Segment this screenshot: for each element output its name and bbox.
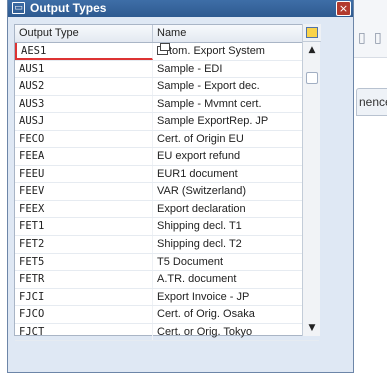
name-text: Cert. of Origin EU — [157, 132, 244, 145]
background-toolbar: ▯ ▯ — [354, 0, 387, 58]
output-type-cell[interactable]: FJCO — [15, 306, 153, 323]
name-cell[interactable]: VAR (Switzerland) — [153, 183, 319, 200]
name-cell[interactable]: Cert. of Orig. Osaka — [153, 306, 319, 323]
output-type-cell[interactable]: FET2 — [15, 236, 153, 253]
output-type-cell[interactable]: AUS2 — [15, 78, 153, 95]
name-cell[interactable]: Export declaration — [153, 201, 319, 218]
table-body: AES1 tom. Export System AUS1 Sample - EDI AU… — [15, 43, 319, 342]
name-text: Export Invoice - JP — [157, 290, 250, 303]
output-type-cell[interactable]: AUS3 — [15, 95, 153, 113]
name-text: Export declaration — [157, 202, 246, 215]
close-icon[interactable]: × — [336, 1, 351, 16]
scroll-up-icon[interactable]: ▲ — [303, 45, 321, 55]
name-cell[interactable]: A.TR. document — [153, 271, 319, 288]
name-cell[interactable]: Cert. or Orig. Tokyo — [153, 324, 319, 341]
name-text: Sample ExportRep. JP — [157, 115, 269, 128]
table-row[interactable]: FET5 T5 Document — [15, 253, 319, 272]
name-text: EU export refund — [157, 150, 241, 163]
table-row[interactable]: FJCT Cert. or Orig. Tokyo — [15, 323, 319, 342]
output-type-cell[interactable]: AUS1 — [15, 60, 153, 78]
table-row[interactable]: FET1 Shipping decl. T1 — [15, 218, 319, 237]
name-cell[interactable]: Sample ExportRep. JP — [153, 113, 319, 130]
background-tab[interactable]: nences — [356, 88, 387, 116]
table-row[interactable]: FJCO Cert. of Orig. Osaka — [15, 306, 319, 324]
name-text: tom. Export System — [169, 45, 265, 57]
table-row[interactable]: FEEX Export declaration — [15, 200, 319, 219]
table-header: Output Type Name — [15, 25, 319, 43]
table-row[interactable]: FECO Cert. of Origin EU — [15, 130, 319, 149]
name-cell[interactable]: Cert. of Origin EU — [153, 131, 319, 148]
scroll-thumb[interactable] — [306, 72, 318, 84]
table-row[interactable]: AES1 tom. Export System — [15, 43, 319, 61]
output-types-icon: ▭ — [12, 2, 25, 14]
output-type-cell[interactable]: FEEV — [15, 183, 153, 200]
name-cell[interactable]: Shipping decl. T2 — [153, 236, 319, 253]
name-text: A.TR. document — [157, 273, 237, 286]
output-type-cell[interactable]: AUSJ — [15, 113, 153, 130]
name-cell[interactable]: Export Invoice - JP — [153, 289, 319, 306]
name-cell[interactable]: Sample - EDI — [153, 61, 319, 78]
name-text: Shipping decl. T1 — [157, 220, 242, 233]
table-row[interactable]: FETR A.TR. document — [15, 271, 319, 289]
vertical-scrollbar[interactable]: ▲ ▼ — [302, 24, 321, 336]
name-cell[interactable]: EUR1 document — [153, 166, 319, 183]
output-type-cell[interactable]: AES1 — [15, 43, 153, 60]
column-header-output-type[interactable]: Output Type — [15, 25, 153, 42]
table-row[interactable]: AUSJ Sample ExportRep. JP — [15, 113, 319, 131]
table-row[interactable]: FEEA EU export refund — [15, 148, 319, 166]
name-text: VAR (Switzerland) — [157, 185, 247, 198]
copy-icon[interactable] — [157, 43, 170, 55]
name-text: EUR1 document — [157, 167, 238, 180]
output-type-cell[interactable]: FEEX — [15, 200, 153, 218]
column-header-name[interactable]: Name — [153, 25, 319, 42]
name-cell[interactable]: Sample - Export dec. — [153, 78, 319, 95]
table-row[interactable]: AUS2 Sample - Export dec. — [15, 78, 319, 96]
output-type-cell[interactable]: FEEU — [15, 165, 153, 183]
scroll-down-icon[interactable]: ▼ — [303, 323, 321, 333]
output-type-cell[interactable]: FJCT — [15, 323, 153, 341]
output-type-cell[interactable]: FET5 — [15, 253, 153, 271]
name-text: Sample - Export dec. — [157, 80, 260, 93]
output-types-dialog: ▭ Output Types × Output Type Name AES1 to… — [7, 0, 354, 373]
output-type-cell[interactable]: FET1 — [15, 218, 153, 236]
name-cell[interactable]: Sample - Mvmnt cert. — [153, 96, 319, 113]
output-type-cell[interactable]: FETR — [15, 271, 153, 288]
output-types-table: Output Type Name AES1 tom. Export System A… — [14, 24, 320, 342]
name-cell[interactable]: tom. Export System — [153, 43, 319, 60]
output-type-cell[interactable]: FEEA — [15, 148, 153, 165]
name-cell[interactable]: EU export refund — [153, 148, 319, 165]
table-row[interactable]: FJCI Export Invoice - JP — [15, 288, 319, 307]
table-row[interactable]: FET2 Shipping decl. T2 — [15, 236, 319, 254]
table-row[interactable]: FEEU EUR1 document — [15, 165, 319, 184]
find-icon: ▯ — [374, 30, 382, 46]
column-layout-icon[interactable] — [303, 24, 321, 42]
output-type-cell[interactable]: FJCI — [15, 288, 153, 306]
table-row[interactable]: AUS3 Sample - Mvmnt cert. — [15, 95, 319, 114]
name-text: T5 Document — [157, 255, 224, 268]
name-text: Sample - Mvmnt cert. — [157, 97, 262, 110]
dialog-titlebar[interactable]: ▭ Output Types × — [8, 0, 353, 17]
name-text: Cert. of Orig. Osaka — [157, 308, 255, 321]
dialog-title: Output Types — [30, 1, 107, 15]
table-row[interactable]: FEEV VAR (Switzerland) — [15, 183, 319, 201]
name-cell[interactable]: Shipping decl. T1 — [153, 218, 319, 235]
name-text: Sample - EDI — [157, 62, 223, 75]
output-type-cell[interactable]: FECO — [15, 130, 153, 148]
table-row[interactable]: AUS1 Sample - EDI — [15, 60, 319, 79]
print-icon: ▯ — [358, 30, 366, 46]
name-cell[interactable]: T5 Document — [153, 254, 319, 271]
name-text: Shipping decl. T2 — [157, 238, 242, 251]
name-text: Cert. or Orig. Tokyo — [157, 325, 253, 338]
